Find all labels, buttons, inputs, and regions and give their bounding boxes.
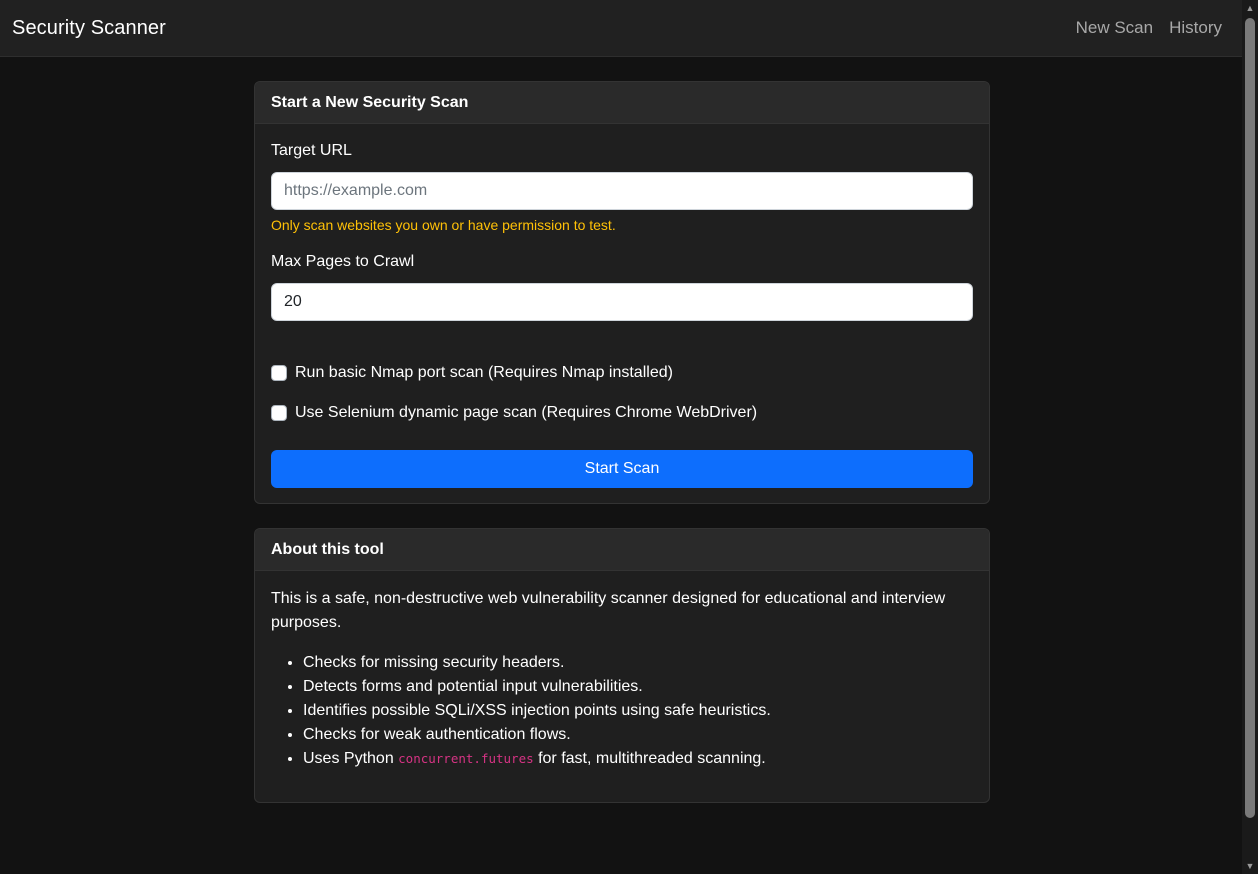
- scan-card: Start a New Security Scan Target URL Onl…: [254, 81, 990, 504]
- start-scan-button[interactable]: Start Scan: [271, 450, 973, 488]
- feature-list: Checks for missing security headers. Det…: [303, 651, 771, 771]
- list-item: Checks for weak authentication flows.: [303, 723, 771, 747]
- about-description: This is a safe, non-destructive web vuln…: [271, 590, 946, 631]
- nav-link-new-scan[interactable]: New Scan: [1076, 18, 1153, 38]
- nmap-checkbox[interactable]: [271, 365, 287, 381]
- scan-card-header: Start a New Security Scan: [255, 82, 989, 124]
- nmap-option[interactable]: Run basic Nmap port scan (Requires Nmap …: [271, 364, 673, 382]
- feature-suffix: for fast, multithreaded scanning.: [533, 750, 766, 767]
- navbar: Security Scanner New Scan History: [0, 0, 1242, 57]
- about-card: About this tool This is a safe, non-dest…: [254, 528, 990, 803]
- list-item: Checks for missing security headers.: [303, 651, 771, 675]
- nmap-option-label: Run basic Nmap port scan (Requires Nmap …: [295, 364, 673, 381]
- scrollbar-thumb[interactable]: [1245, 18, 1255, 818]
- list-item: Uses Python concurrent.futures for fast,…: [303, 747, 771, 771]
- brand-title[interactable]: Security Scanner: [12, 17, 166, 40]
- scroll-up-icon[interactable]: ▲: [1242, 0, 1258, 16]
- nav-links: New Scan History: [1076, 18, 1222, 38]
- scroll-down-icon[interactable]: ▼: [1242, 858, 1258, 874]
- selenium-option-label: Use Selenium dynamic page scan (Requires…: [295, 404, 758, 421]
- max-pages-label: Max Pages to Crawl: [271, 253, 415, 270]
- nav-link-history[interactable]: History: [1169, 18, 1222, 38]
- list-item: Detects forms and potential input vulner…: [303, 675, 771, 699]
- list-item: Identifies possible SQLi/XSS injection p…: [303, 699, 771, 723]
- page: Security Scanner New Scan History Start …: [0, 0, 1258, 874]
- about-card-header: About this tool: [255, 529, 989, 571]
- selenium-option[interactable]: Use Selenium dynamic page scan (Requires…: [271, 404, 757, 422]
- vertical-scrollbar[interactable]: ▲ ▼: [1242, 0, 1258, 874]
- permission-warning: Only scan websites you own or have permi…: [271, 217, 616, 233]
- feature-prefix: Uses Python: [303, 750, 399, 767]
- max-pages-input[interactable]: [271, 283, 973, 321]
- code-snippet: concurrent.futures: [398, 751, 534, 766]
- selenium-checkbox[interactable]: [271, 405, 287, 421]
- target-url-label: Target URL: [271, 142, 352, 159]
- target-url-input[interactable]: [271, 172, 973, 210]
